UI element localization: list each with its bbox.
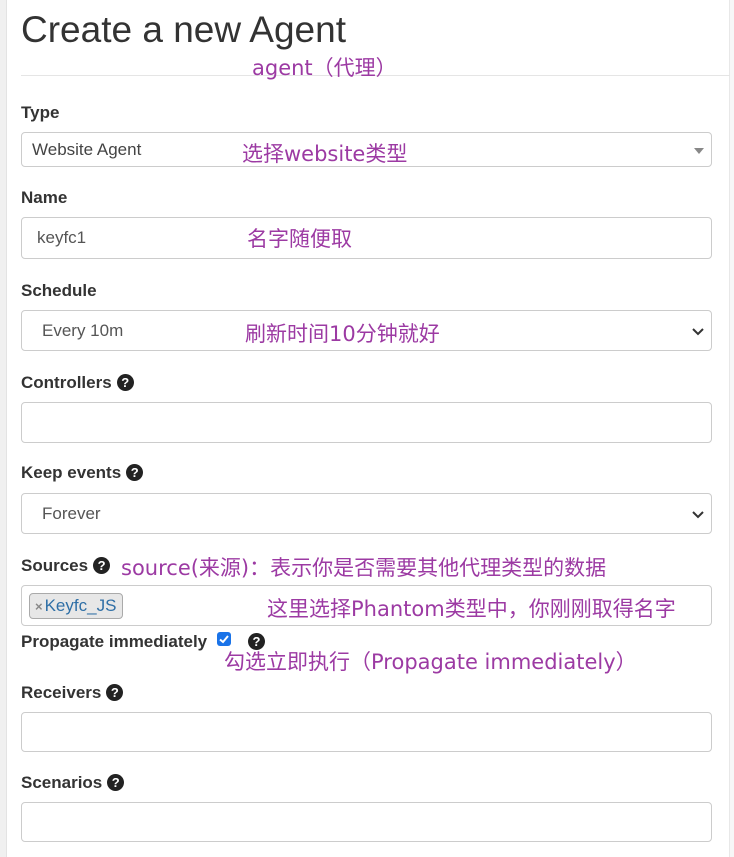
question-circle-icon[interactable]: ? [248,633,265,650]
annotation-schedule: 刷新时间10分钟就好 [245,322,440,346]
receivers-label-text: Receivers [21,683,102,702]
controllers-label-text: Controllers [21,373,112,392]
question-circle-icon[interactable]: ? [116,374,134,391]
name-input[interactable]: keyfc1 [21,217,712,259]
caret-down-icon [694,147,704,154]
annotation-name: 名字随便取 [247,227,352,251]
sources-label: Sources? [21,556,111,576]
question-circle-icon[interactable]: ? [107,774,125,791]
scenarios-label-text: Scenarios [21,773,103,792]
chevron-down-icon [692,510,704,518]
check-icon [219,635,229,644]
name-input-value: keyfc1 [37,228,87,247]
left-window-edge [0,0,7,857]
schedule-select-value: Every 10m [42,320,124,340]
type-select-value: Website Agent [32,139,142,159]
question-circle-icon[interactable]: ? [126,464,144,481]
chevron-down-icon [692,327,704,335]
keep-events-label: Keep events? [21,463,144,483]
controllers-label: Controllers? [21,373,134,393]
scenarios-label: Scenarios? [21,773,125,793]
annotation-sources: source(来源)：表示你是否需要其他代理类型的数据 [121,556,607,580]
right-scrollbar-edge [729,0,734,857]
source-tag: × Keyfc_JS [29,593,124,619]
receivers-input[interactable] [21,712,712,752]
question-circle-icon[interactable]: ? [93,557,111,574]
receivers-label: Receivers? [21,683,124,703]
annotation-type: 选择website类型 [242,142,408,166]
keep-events-select-value: Forever [42,503,101,523]
propagate-checkbox[interactable] [217,632,231,646]
annotation-agent: agent（代理） [252,56,397,80]
sources-label-text: Sources [21,556,89,575]
keep-events-select[interactable]: Forever [21,493,712,534]
controllers-input[interactable] [21,402,712,443]
keep-events-label-text: Keep events [21,463,122,482]
close-icon[interactable]: × [35,599,43,614]
schedule-label: Schedule [21,281,97,300]
annotation-sources-hint: 这里选择Phantom类型中，你刚刚取得名字 [267,597,676,621]
question-circle-icon[interactable]: ? [106,684,124,701]
source-tag-label: Keyfc_JS [44,596,117,615]
name-label: Name [21,188,68,207]
type-label: Type [21,103,60,122]
scenarios-input[interactable] [21,802,712,842]
propagate-label: Propagate immediately [21,632,208,651]
page-title: Create a new Agent [21,9,346,50]
annotation-propagate: 勾选立即执行（Propagate immediately） [224,650,637,674]
